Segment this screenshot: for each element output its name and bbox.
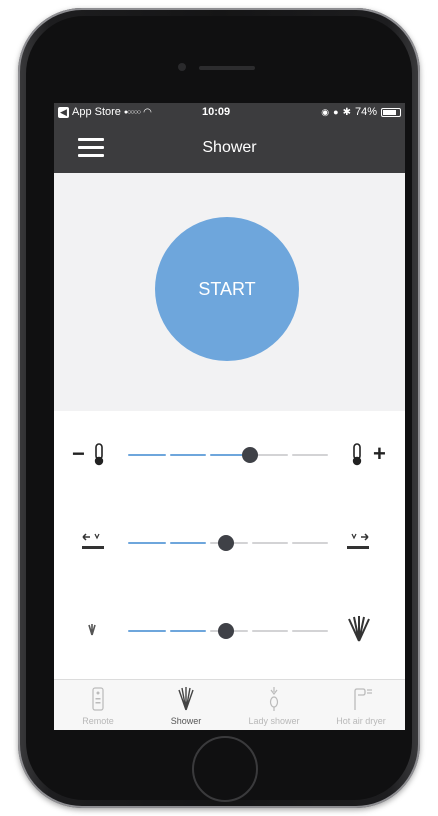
tab-label: Shower — [170, 716, 202, 726]
tab-label: Hot air dryer — [336, 716, 386, 726]
tab-hot-air-dryer[interactable]: Hot air dryer — [317, 680, 405, 730]
temperature-decrease-button[interactable]: − — [72, 443, 85, 465]
spray-position-slider[interactable] — [128, 535, 328, 551]
battery-icon — [381, 107, 401, 117]
status-bar: ◀ App Store ●○○○○ ◠ 10:09 ◉ ● ✱ 74% — [54, 103, 405, 123]
tab-remote[interactable]: Remote — [54, 680, 142, 730]
tab-lady-shower[interactable]: Lady shower — [230, 680, 318, 730]
temperature-increase-button[interactable]: + — [373, 443, 386, 465]
shower-icon — [178, 687, 194, 711]
app-screen: ◀ App Store ●○○○○ ◠ 10:09 ◉ ● ✱ 74% Show… — [54, 103, 405, 730]
back-to-app-icon[interactable]: ◀ — [58, 106, 69, 118]
page-title: Shower — [202, 139, 257, 156]
bluetooth-icon: ✱ — [342, 106, 351, 118]
high-pressure-icon[interactable] — [347, 615, 371, 643]
home-button[interactable] — [192, 736, 258, 802]
earpiece-speaker — [199, 66, 255, 70]
thermometer-hot-icon — [352, 443, 362, 466]
temperature-control: − + — [54, 435, 405, 475]
status-time: 10:09 — [202, 106, 231, 118]
remote-icon — [92, 687, 104, 711]
thermometer-cold-icon — [94, 443, 104, 466]
status-carrier[interactable]: App Store — [72, 106, 121, 118]
spray-backward-icon[interactable] — [80, 531, 106, 553]
hot-air-dryer-icon — [354, 688, 372, 710]
battery-percent: 74% — [354, 106, 377, 118]
alarm-icon: ● — [333, 107, 339, 117]
water-pressure-slider-handle[interactable] — [218, 623, 234, 639]
bottom-tab-bar: Remote Shower Lady shower Hot air dryer — [54, 679, 405, 730]
signal-strength-icon: ●○○○○ — [123, 108, 141, 116]
spray-position-control — [54, 523, 405, 563]
temperature-slider-handle[interactable] — [242, 447, 258, 463]
screen-lock-icon: ◉ — [321, 106, 330, 117]
temperature-slider[interactable] — [128, 447, 328, 463]
tab-label: Lady shower — [248, 716, 300, 726]
start-area: START — [54, 173, 405, 411]
lady-shower-icon — [269, 687, 279, 711]
controls-panel: − + — [54, 411, 405, 679]
low-pressure-icon[interactable] — [86, 621, 98, 639]
navigation-bar: Shower — [54, 123, 405, 173]
front-camera — [178, 63, 186, 71]
spray-forward-icon[interactable] — [345, 531, 371, 553]
water-pressure-slider[interactable] — [128, 623, 328, 639]
spray-position-slider-handle[interactable] — [218, 535, 234, 551]
wifi-icon: ◠ — [143, 106, 152, 118]
start-button[interactable]: START — [155, 217, 299, 361]
tab-shower[interactable]: Shower — [142, 680, 230, 730]
water-pressure-control — [54, 611, 405, 651]
tab-label: Remote — [82, 716, 114, 726]
